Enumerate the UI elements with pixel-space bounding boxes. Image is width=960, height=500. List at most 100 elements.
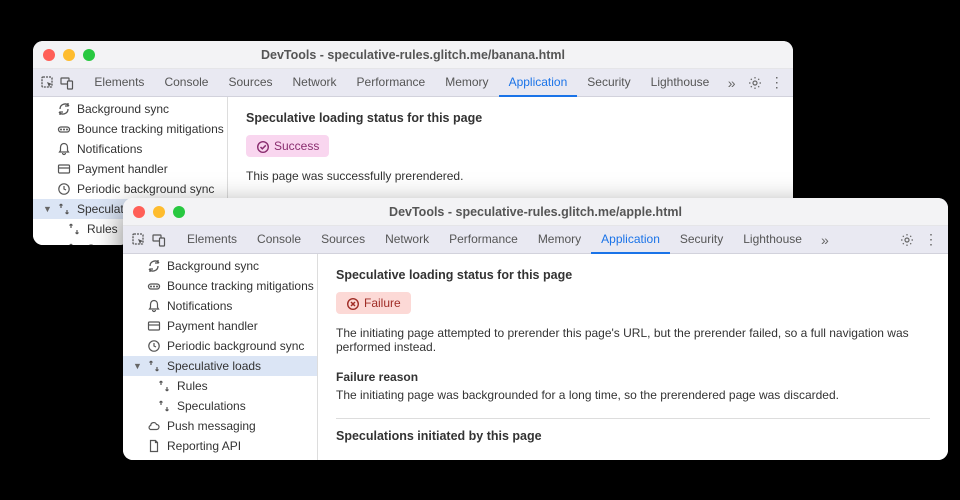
expand-caret-icon: ▼ bbox=[43, 204, 51, 214]
sidebar-item-notifications[interactable]: Notifications bbox=[123, 296, 317, 316]
bell-icon bbox=[147, 299, 161, 313]
tab-console[interactable]: Console bbox=[247, 226, 311, 254]
sidebar-item-speculations[interactable]: Speculations bbox=[123, 396, 317, 416]
cloud-icon bbox=[147, 419, 161, 433]
panel-tabs: ElementsConsoleSourcesNetworkPerformance… bbox=[84, 69, 719, 97]
sidebar: Background sync Bounce tracking mitigatio… bbox=[123, 254, 318, 460]
arrows-icon bbox=[157, 399, 171, 413]
inspect-icon[interactable] bbox=[41, 75, 56, 91]
devtools-window-2: DevTools - speculative-rules.glitch.me/a… bbox=[123, 198, 948, 460]
sidebar-item-periodic-background-sync[interactable]: Periodic background sync bbox=[33, 179, 227, 199]
sidebar-item-periodic-background-sync[interactable]: Periodic background sync bbox=[123, 336, 317, 356]
x-circle-icon bbox=[346, 297, 359, 310]
sidebar-item-rules[interactable]: Rules bbox=[123, 376, 317, 396]
sidebar-item-label: Rules bbox=[87, 222, 118, 236]
tab-memory[interactable]: Memory bbox=[528, 226, 591, 254]
sidebar-item-label: Rules bbox=[177, 379, 208, 393]
bell-icon bbox=[57, 142, 71, 156]
sidebar-item-reporting-api[interactable]: Reporting API bbox=[123, 436, 317, 456]
arrows-icon bbox=[67, 222, 81, 236]
window-title: DevTools - speculative-rules.glitch.me/a… bbox=[123, 205, 948, 219]
arrows-icon bbox=[157, 379, 171, 393]
close-button[interactable] bbox=[133, 206, 145, 218]
arrows-icon bbox=[147, 359, 161, 373]
more-tabs-icon[interactable]: » bbox=[723, 75, 740, 91]
settings-icon[interactable] bbox=[748, 76, 765, 90]
sidebar-item-background-sync[interactable]: Background sync bbox=[33, 99, 227, 119]
devtools-toolbar: ElementsConsoleSourcesNetworkPerformance… bbox=[33, 69, 793, 97]
kebab-menu-icon[interactable]: ⋮ bbox=[922, 231, 940, 248]
minimize-button[interactable] bbox=[63, 49, 75, 61]
sync-icon bbox=[57, 102, 71, 116]
status-label: Failure bbox=[364, 296, 401, 310]
doc-icon bbox=[147, 439, 161, 453]
status-badge: Failure bbox=[336, 292, 411, 314]
expand-caret-icon: ▼ bbox=[133, 361, 141, 371]
tab-network[interactable]: Network bbox=[375, 226, 439, 254]
tab-sources[interactable]: Sources bbox=[311, 226, 375, 254]
sync-icon bbox=[147, 259, 161, 273]
check-circle-icon bbox=[256, 140, 269, 153]
sidebar-item-speculative-loads[interactable]: ▼Speculative loads bbox=[123, 356, 317, 376]
inspect-icon[interactable] bbox=[131, 232, 147, 248]
tab-security[interactable]: Security bbox=[670, 226, 733, 254]
tab-sources[interactable]: Sources bbox=[218, 69, 282, 97]
traffic-lights bbox=[133, 206, 185, 218]
sidebar-item-label: Notifications bbox=[167, 299, 232, 313]
device-toggle-icon[interactable] bbox=[151, 232, 167, 248]
failure-reason-text: The initiating page was backgrounded for… bbox=[336, 388, 930, 402]
sidebar-item-notifications[interactable]: Notifications bbox=[33, 139, 227, 159]
arrows-icon bbox=[57, 202, 71, 216]
sidebar-item-bounce-tracking-mitigations[interactable]: Bounce tracking mitigations bbox=[123, 276, 317, 296]
sidebar-item-label: Payment handler bbox=[77, 162, 168, 176]
section-heading: Speculative loading status for this page bbox=[336, 268, 930, 282]
sidebar-item-payment-handler[interactable]: Payment handler bbox=[123, 316, 317, 336]
sidebar-item-label: Background sync bbox=[167, 259, 259, 273]
sidebar-item-push-messaging[interactable]: Push messaging bbox=[123, 416, 317, 436]
sidebar-item-label: Bounce tracking mitigations bbox=[77, 122, 224, 136]
titlebar[interactable]: DevTools - speculative-rules.glitch.me/b… bbox=[33, 41, 793, 69]
tab-console[interactable]: Console bbox=[154, 69, 218, 97]
zoom-button[interactable] bbox=[83, 49, 95, 61]
status-badge: Success bbox=[246, 135, 329, 157]
tab-memory[interactable]: Memory bbox=[435, 69, 498, 97]
content-panel: Speculative loading status for this page… bbox=[318, 254, 948, 460]
minimize-button[interactable] bbox=[153, 206, 165, 218]
settings-icon[interactable] bbox=[900, 233, 918, 247]
bounce-icon bbox=[147, 279, 161, 293]
tab-elements[interactable]: Elements bbox=[84, 69, 154, 97]
tab-security[interactable]: Security bbox=[577, 69, 640, 97]
window-title: DevTools - speculative-rules.glitch.me/b… bbox=[33, 48, 793, 62]
tab-application[interactable]: Application bbox=[499, 69, 578, 97]
more-tabs-icon[interactable]: » bbox=[816, 232, 834, 248]
tab-application[interactable]: Application bbox=[591, 226, 670, 254]
failure-reason-heading: Failure reason bbox=[336, 370, 930, 384]
tab-network[interactable]: Network bbox=[283, 69, 347, 97]
sidebar-item-label: Background sync bbox=[77, 102, 169, 116]
tab-lighthouse[interactable]: Lighthouse bbox=[733, 226, 812, 254]
sidebar-item-label: Reporting API bbox=[167, 439, 241, 453]
traffic-lights bbox=[43, 49, 95, 61]
tab-elements[interactable]: Elements bbox=[177, 226, 247, 254]
section-heading: Speculations initiated by this page bbox=[336, 429, 930, 443]
zoom-button[interactable] bbox=[173, 206, 185, 218]
sidebar-item-label: Speculations bbox=[177, 399, 246, 413]
titlebar[interactable]: DevTools - speculative-rules.glitch.me/a… bbox=[123, 198, 948, 226]
tab-performance[interactable]: Performance bbox=[439, 226, 528, 254]
close-button[interactable] bbox=[43, 49, 55, 61]
status-description: The initiating page attempted to prerend… bbox=[336, 326, 930, 354]
card-icon bbox=[147, 319, 161, 333]
sidebar-item-payment-handler[interactable]: Payment handler bbox=[33, 159, 227, 179]
panel-tabs: ElementsConsoleSourcesNetworkPerformance… bbox=[177, 226, 812, 254]
section-heading: Speculative loading status for this page bbox=[246, 111, 775, 125]
bounce-icon bbox=[57, 122, 71, 136]
tab-lighthouse[interactable]: Lighthouse bbox=[641, 69, 720, 97]
device-toggle-icon[interactable] bbox=[60, 75, 75, 91]
sidebar-item-label: Bounce tracking mitigations bbox=[167, 279, 314, 293]
sidebar-item-background-sync[interactable]: Background sync bbox=[123, 256, 317, 276]
tab-performance[interactable]: Performance bbox=[347, 69, 436, 97]
sidebar-item-label: Payment handler bbox=[167, 319, 258, 333]
sidebar-item-label: Notifications bbox=[77, 142, 142, 156]
sidebar-item-bounce-tracking-mitigations[interactable]: Bounce tracking mitigations bbox=[33, 119, 227, 139]
kebab-menu-icon[interactable]: ⋮ bbox=[768, 74, 785, 91]
